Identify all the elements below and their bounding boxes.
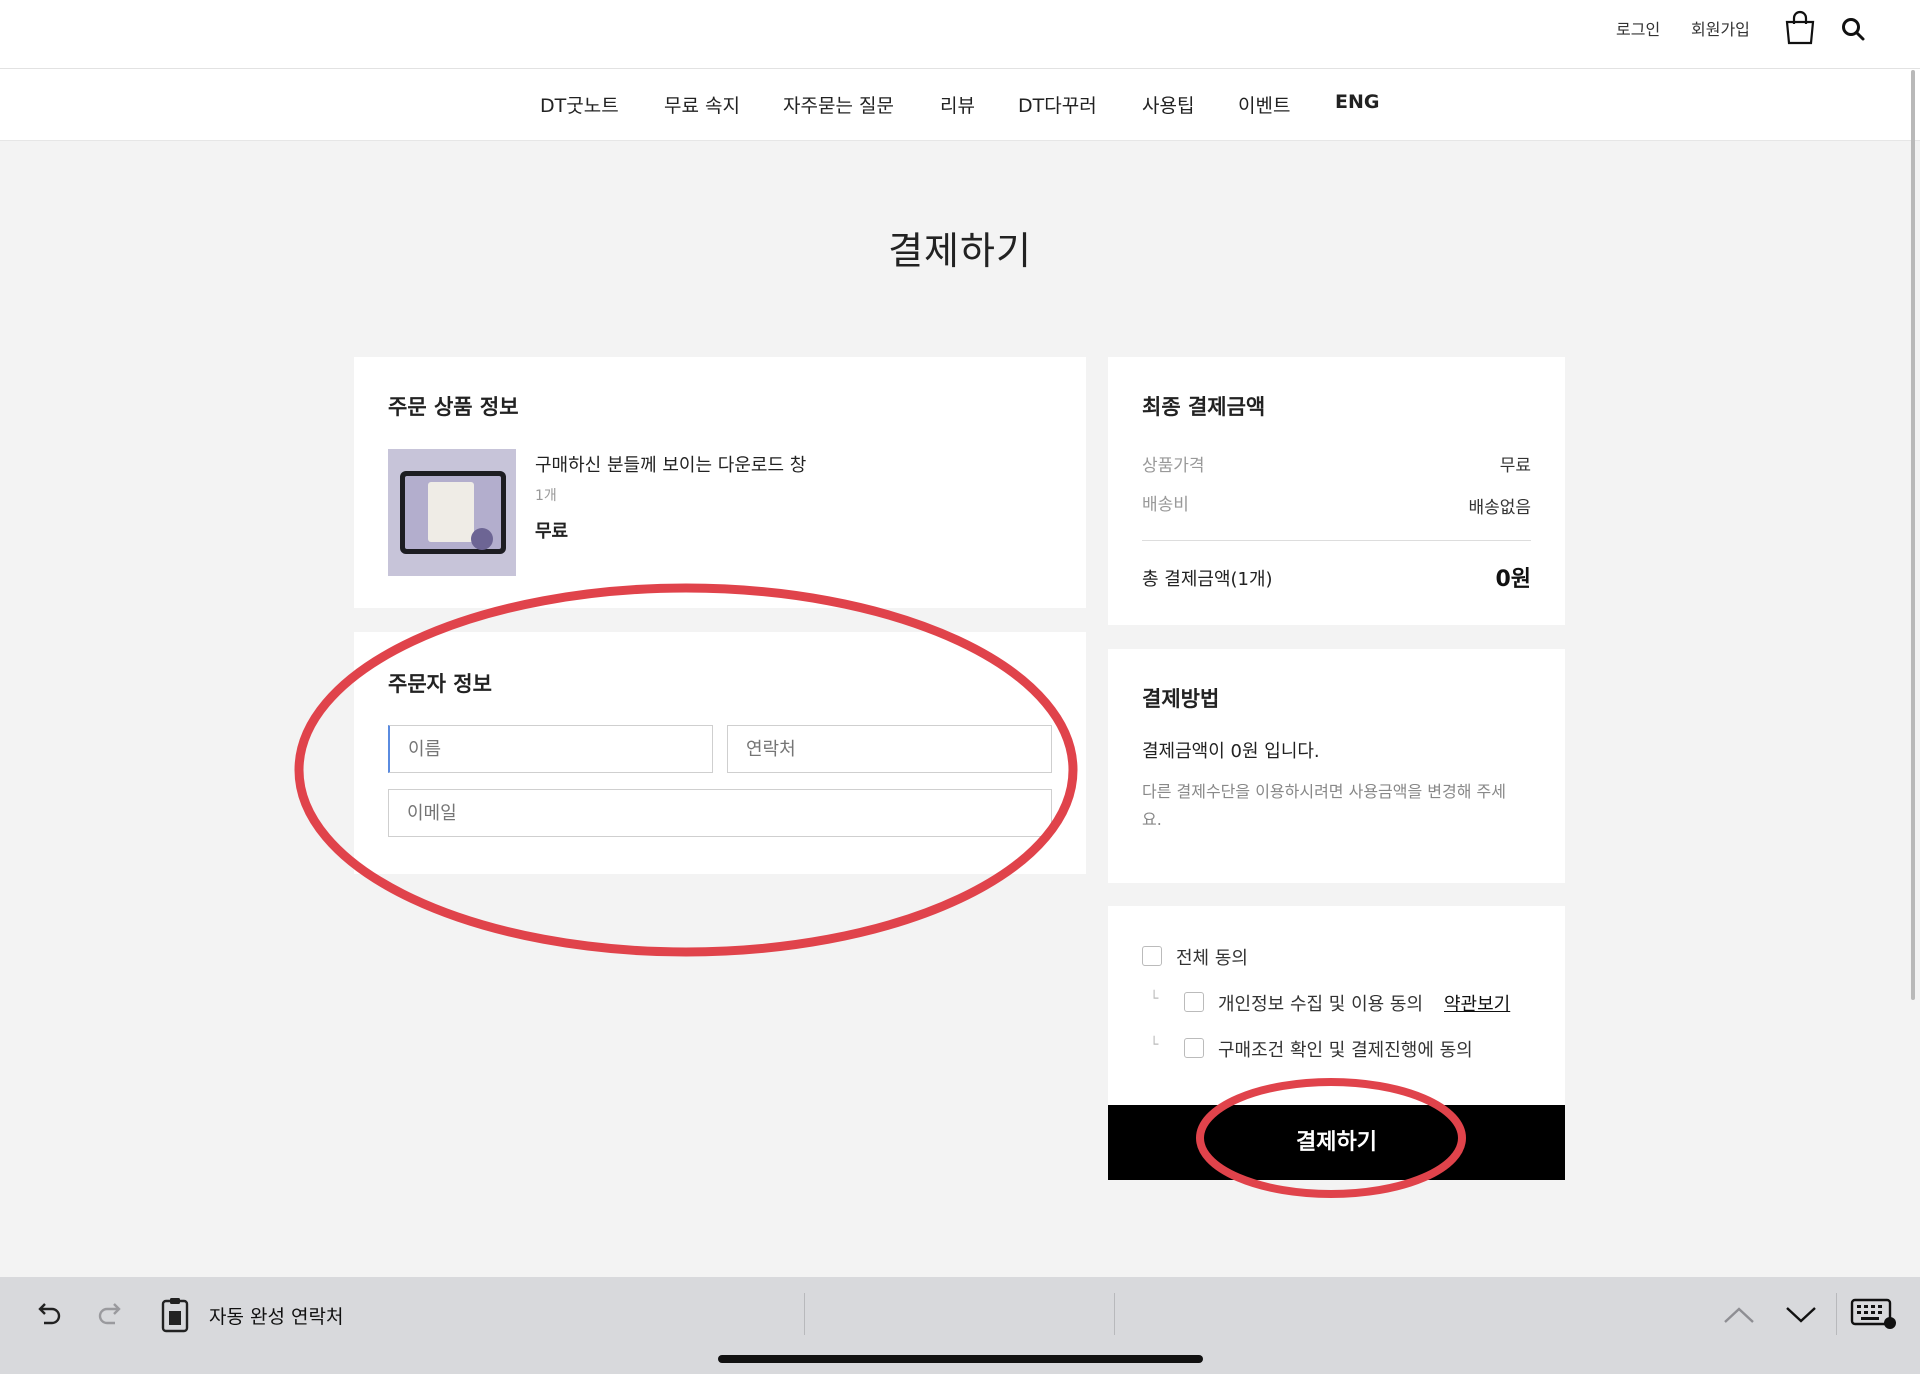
undo-icon[interactable]: [32, 1299, 64, 1331]
shopping-bag-icon[interactable]: [1782, 10, 1818, 46]
email-field[interactable]: [388, 789, 1052, 837]
chevron-up-icon[interactable]: [1722, 1304, 1756, 1326]
phone-field[interactable]: [727, 725, 1052, 773]
order-product-card: 주문 상품 정보 구매하신 분들께 보이는 다운로드 창 1개 무료: [354, 357, 1086, 608]
view-terms-link[interactable]: 약관보기: [1444, 990, 1510, 1016]
payment-method-title: 결제방법: [1142, 687, 1220, 711]
payment-amount-text: 결제금액이 0원 입니다.: [1142, 741, 1320, 762]
signup-link[interactable]: 회원가입: [1691, 16, 1750, 40]
orderer-info-title: 주문자 정보: [388, 672, 492, 696]
nav-item-tips[interactable]: 사용팁: [1142, 91, 1194, 118]
agreements-card: 전체 동의 └ 개인정보 수집 및 이용 동의 약관보기 └ 구매조건 확인 및…: [1108, 906, 1565, 1106]
total-value: 0원: [1495, 567, 1531, 592]
nav-item-dt-goodnote[interactable]: DT굿노트: [540, 91, 619, 118]
login-link[interactable]: 로그인: [1616, 16, 1660, 40]
nav-item-dt-dakku[interactable]: DT다꾸러: [1018, 91, 1097, 118]
autofill-contact-button[interactable]: 자동 완성 연락처: [209, 1302, 343, 1329]
order-product-title: 주문 상품 정보: [388, 395, 519, 419]
search-icon[interactable]: [1840, 16, 1866, 42]
scrollbar[interactable]: [1911, 70, 1915, 1000]
pay-button[interactable]: 결제하기: [1108, 1105, 1565, 1180]
shipping-value: 배송없음: [1468, 498, 1531, 518]
name-field[interactable]: [388, 725, 713, 773]
purchase-label[interactable]: 구매조건 확인 및 결제진행에 동의: [1218, 1036, 1473, 1062]
nav-item-free-inner[interactable]: 무료 속지: [664, 91, 740, 118]
bar-separator: [1114, 1293, 1115, 1335]
clipboard-icon[interactable]: [158, 1295, 192, 1333]
main-nav: DT굿노트 무료 속지 자주묻는 질문 리뷰 DT다꾸러 사용팁 이벤트 ENG: [0, 69, 1920, 141]
payment-note: 다른 결제수단을 이용하시려면 사용금액을 변경해 주세요.: [1142, 782, 1506, 829]
home-indicator: [718, 1355, 1203, 1363]
purchase-checkbox[interactable]: [1184, 1038, 1204, 1058]
page-title: 결제하기: [888, 229, 1032, 273]
tree-connector: └: [1150, 1037, 1159, 1053]
privacy-checkbox[interactable]: [1184, 992, 1204, 1012]
product-price-value: 무료: [1499, 456, 1531, 476]
product-price-label: 상품가격: [1142, 456, 1205, 476]
agree-all-label[interactable]: 전체 동의: [1176, 944, 1248, 970]
chevron-down-icon[interactable]: [1784, 1304, 1818, 1326]
final-amount-title: 최종 결제금액: [1142, 395, 1266, 419]
tablet-icon: [388, 449, 516, 576]
total-label: 총 결제금액(1개): [1142, 569, 1273, 590]
redo-icon[interactable]: [95, 1299, 127, 1331]
top-utility-bar: 로그인 회원가입: [0, 0, 1920, 69]
payment-method-card: 결제방법 결제금액이 0원 입니다. 다른 결제수단을 이용하시려면 사용금액을…: [1108, 649, 1565, 883]
nav-item-faq[interactable]: 자주묻는 질문: [783, 91, 894, 118]
bar-separator: [1836, 1293, 1837, 1335]
shipping-label: 배송비: [1142, 495, 1189, 515]
nav-item-review[interactable]: 리뷰: [940, 91, 975, 118]
product-name: 구매하신 분들께 보이는 다운로드 창: [535, 455, 807, 476]
nav-item-event[interactable]: 이벤트: [1238, 91, 1290, 118]
product-quantity: 1개: [535, 488, 557, 504]
orderer-info-card: 주문자 정보: [354, 632, 1086, 874]
agree-all-checkbox[interactable]: [1142, 946, 1162, 966]
product-thumbnail: [388, 449, 516, 576]
final-amount-card: 최종 결제금액 상품가격 무료 배송비 배송없음 총 결제금액(1개) 0원: [1108, 357, 1565, 625]
keyboard-icon[interactable]: [1850, 1297, 1898, 1331]
summary-divider: [1142, 540, 1531, 541]
bar-separator: [804, 1293, 805, 1335]
tree-connector: └: [1150, 991, 1159, 1007]
nav-item-eng[interactable]: ENG: [1335, 91, 1379, 113]
product-price: 무료: [535, 521, 569, 542]
privacy-label[interactable]: 개인정보 수집 및 이용 동의: [1218, 990, 1423, 1016]
